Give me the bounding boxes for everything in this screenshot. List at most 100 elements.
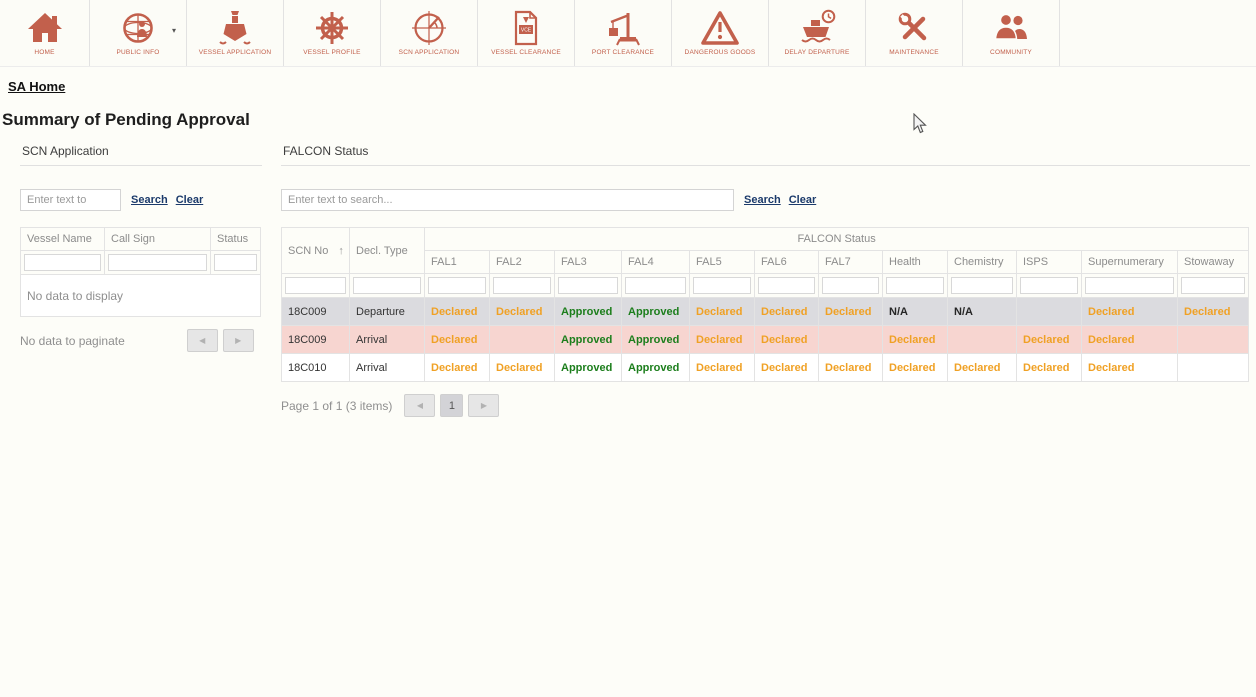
- nav-item-label: DANGEROUS GOODS: [685, 49, 756, 57]
- nav-item-scn-application[interactable]: SCN APPLICATION: [381, 0, 478, 66]
- falcon-filter-input[interactable]: [951, 277, 1013, 294]
- column-header-fal4[interactable]: FAL4: [622, 251, 690, 274]
- nav-item-label: SCN APPLICATION: [399, 49, 460, 57]
- prev-page-button[interactable]: ◀: [404, 394, 435, 417]
- nav-item-maintenance[interactable]: MAINTENANCE: [866, 0, 963, 66]
- status-cell: Declared: [883, 354, 948, 382]
- status-cell: Declared: [819, 354, 883, 382]
- status-cell: [1178, 326, 1249, 354]
- nav-item-label: VESSEL CLEARANCE: [491, 49, 561, 57]
- falcon-clear-link[interactable]: Clear: [789, 194, 817, 206]
- falcon-filter-input[interactable]: [758, 277, 815, 294]
- falcon-search-input[interactable]: [281, 189, 734, 211]
- status-cell: Declared: [1017, 354, 1082, 382]
- falcon-filter-input[interactable]: [558, 277, 618, 294]
- page-title: Summary of Pending Approval: [2, 110, 1256, 130]
- scn-search-input[interactable]: [20, 189, 121, 211]
- falcon-filter-input[interactable]: [625, 277, 686, 294]
- nav-item-home[interactable]: HOME: [0, 0, 90, 66]
- status-cell: Declared: [490, 354, 555, 382]
- column-header-fal7[interactable]: FAL7: [819, 251, 883, 274]
- status-cell: Declared: [425, 298, 490, 326]
- nav-item-delay-departure[interactable]: DELAY DEPARTURE: [769, 0, 866, 66]
- home-icon: [25, 8, 65, 48]
- nav-item-vessel-application[interactable]: VESSEL APPLICATION: [187, 0, 284, 66]
- scn-no-cell: 18C009: [282, 326, 350, 354]
- column-header-isps[interactable]: ISPS: [1017, 251, 1082, 274]
- falcon-table-row[interactable]: 18C010ArrivalDeclaredDeclaredApprovedApp…: [282, 354, 1249, 382]
- status-cell: Declared: [948, 354, 1017, 382]
- column-header-call-sign[interactable]: Call Sign: [105, 228, 211, 251]
- scn-application-table: Vessel Name Call Sign Status No data to …: [20, 227, 261, 317]
- falcon-status-table: SCN No↑ Decl. Type FALCON Status FAL1FAL…: [281, 227, 1249, 382]
- falcon-filter-input[interactable]: [886, 277, 944, 294]
- column-header-supernumerary[interactable]: Supernumerary: [1082, 251, 1178, 274]
- nav-item-community[interactable]: COMMUNITY: [963, 0, 1060, 66]
- falcon-filter-input[interactable]: [822, 277, 879, 294]
- nav-item-label: VESSEL PROFILE: [303, 49, 360, 57]
- column-header-status[interactable]: Status: [211, 228, 261, 251]
- nav-item-vessel-clearance[interactable]: VCE VESSEL CLEARANCE: [478, 0, 575, 66]
- falcon-table-row[interactable]: 18C009ArrivalDeclaredApprovedApprovedDec…: [282, 326, 1249, 354]
- status-cell: N/A: [948, 298, 1017, 326]
- next-page-button[interactable]: ▶: [468, 394, 499, 417]
- prev-page-button[interactable]: ◀: [187, 329, 218, 352]
- status-cell: Declared: [1178, 298, 1249, 326]
- page-number-button[interactable]: 1: [440, 394, 463, 417]
- falcon-filter-input[interactable]: [353, 277, 421, 294]
- status-cell: [819, 326, 883, 354]
- breadcrumb-sa-home[interactable]: SA Home: [8, 79, 65, 94]
- tools-icon: [894, 8, 934, 48]
- falcon-search-link[interactable]: Search: [744, 194, 781, 206]
- scn-clear-link[interactable]: Clear: [176, 194, 204, 206]
- call-sign-filter-input[interactable]: [108, 254, 207, 271]
- column-header-vessel-name[interactable]: Vessel Name: [21, 228, 105, 251]
- scn-no-cell: 18C009: [282, 298, 350, 326]
- falcon-panel-title: FALCON Status: [281, 142, 1250, 166]
- nav-item-dangerous-goods[interactable]: DANGEROUS GOODS: [672, 0, 769, 66]
- column-header-fal2[interactable]: FAL2: [490, 251, 555, 274]
- column-header-decl-type[interactable]: Decl. Type: [350, 228, 425, 274]
- nav-item-vessel-profile[interactable]: VESSEL PROFILE: [284, 0, 381, 66]
- column-header-fal1[interactable]: FAL1: [425, 251, 490, 274]
- column-header-fal6[interactable]: FAL6: [755, 251, 819, 274]
- status-filter-input[interactable]: [214, 254, 257, 271]
- status-cell: Declared: [755, 354, 819, 382]
- nav-item-public-info[interactable]: PUBLIC INFO ▾: [90, 0, 187, 66]
- svg-text:VCE: VCE: [521, 28, 532, 34]
- status-cell: Declared: [690, 298, 755, 326]
- people-icon: [991, 8, 1031, 48]
- crane-icon: [603, 8, 643, 48]
- column-header-scn-no[interactable]: SCN No↑: [282, 228, 350, 274]
- column-header-health[interactable]: Health: [883, 251, 948, 274]
- column-header-stowaway[interactable]: Stowaway: [1178, 251, 1249, 274]
- status-cell: Approved: [555, 354, 622, 382]
- next-page-icon: ▶: [481, 401, 487, 410]
- top-navigation: HOME PUBLIC INFO ▾ VESSEL APPLICATION VE…: [0, 0, 1256, 67]
- column-header-chemistry[interactable]: Chemistry: [948, 251, 1017, 274]
- pager-status-text: No data to paginate: [20, 334, 125, 348]
- column-header-fal3[interactable]: FAL3: [555, 251, 622, 274]
- status-cell: Declared: [1082, 326, 1178, 354]
- next-page-button[interactable]: ▶: [223, 329, 254, 352]
- falcon-filter-input[interactable]: [693, 277, 751, 294]
- status-cell: Approved: [555, 326, 622, 354]
- falcon-filter-input[interactable]: [428, 277, 486, 294]
- falcon-filter-input[interactable]: [1085, 277, 1174, 294]
- falcon-filter-input[interactable]: [1181, 277, 1245, 294]
- falcon-table-row[interactable]: 18C009DepartureDeclaredDeclaredApprovedA…: [282, 298, 1249, 326]
- falcon-filter-input[interactable]: [285, 277, 346, 294]
- nav-item-label: VESSEL APPLICATION: [199, 49, 272, 57]
- scn-application-panel: SCN Application Search Clear Vessel Name…: [20, 142, 262, 417]
- scn-search-link[interactable]: Search: [131, 194, 168, 206]
- status-cell: Declared: [490, 298, 555, 326]
- falcon-filter-input[interactable]: [493, 277, 551, 294]
- scn-no-cell: 18C010: [282, 354, 350, 382]
- nav-item-label: MAINTENANCE: [889, 49, 939, 57]
- column-header-fal5[interactable]: FAL5: [690, 251, 755, 274]
- nav-item-port-clearance[interactable]: PORT CLEARANCE: [575, 0, 672, 66]
- vessel-name-filter-input[interactable]: [24, 254, 101, 271]
- warning-triangle-icon: [700, 8, 740, 48]
- falcon-filter-input[interactable]: [1020, 277, 1078, 294]
- falcon-pager: Page 1 of 1 (3 items) ◀ 1 ▶: [281, 394, 1250, 417]
